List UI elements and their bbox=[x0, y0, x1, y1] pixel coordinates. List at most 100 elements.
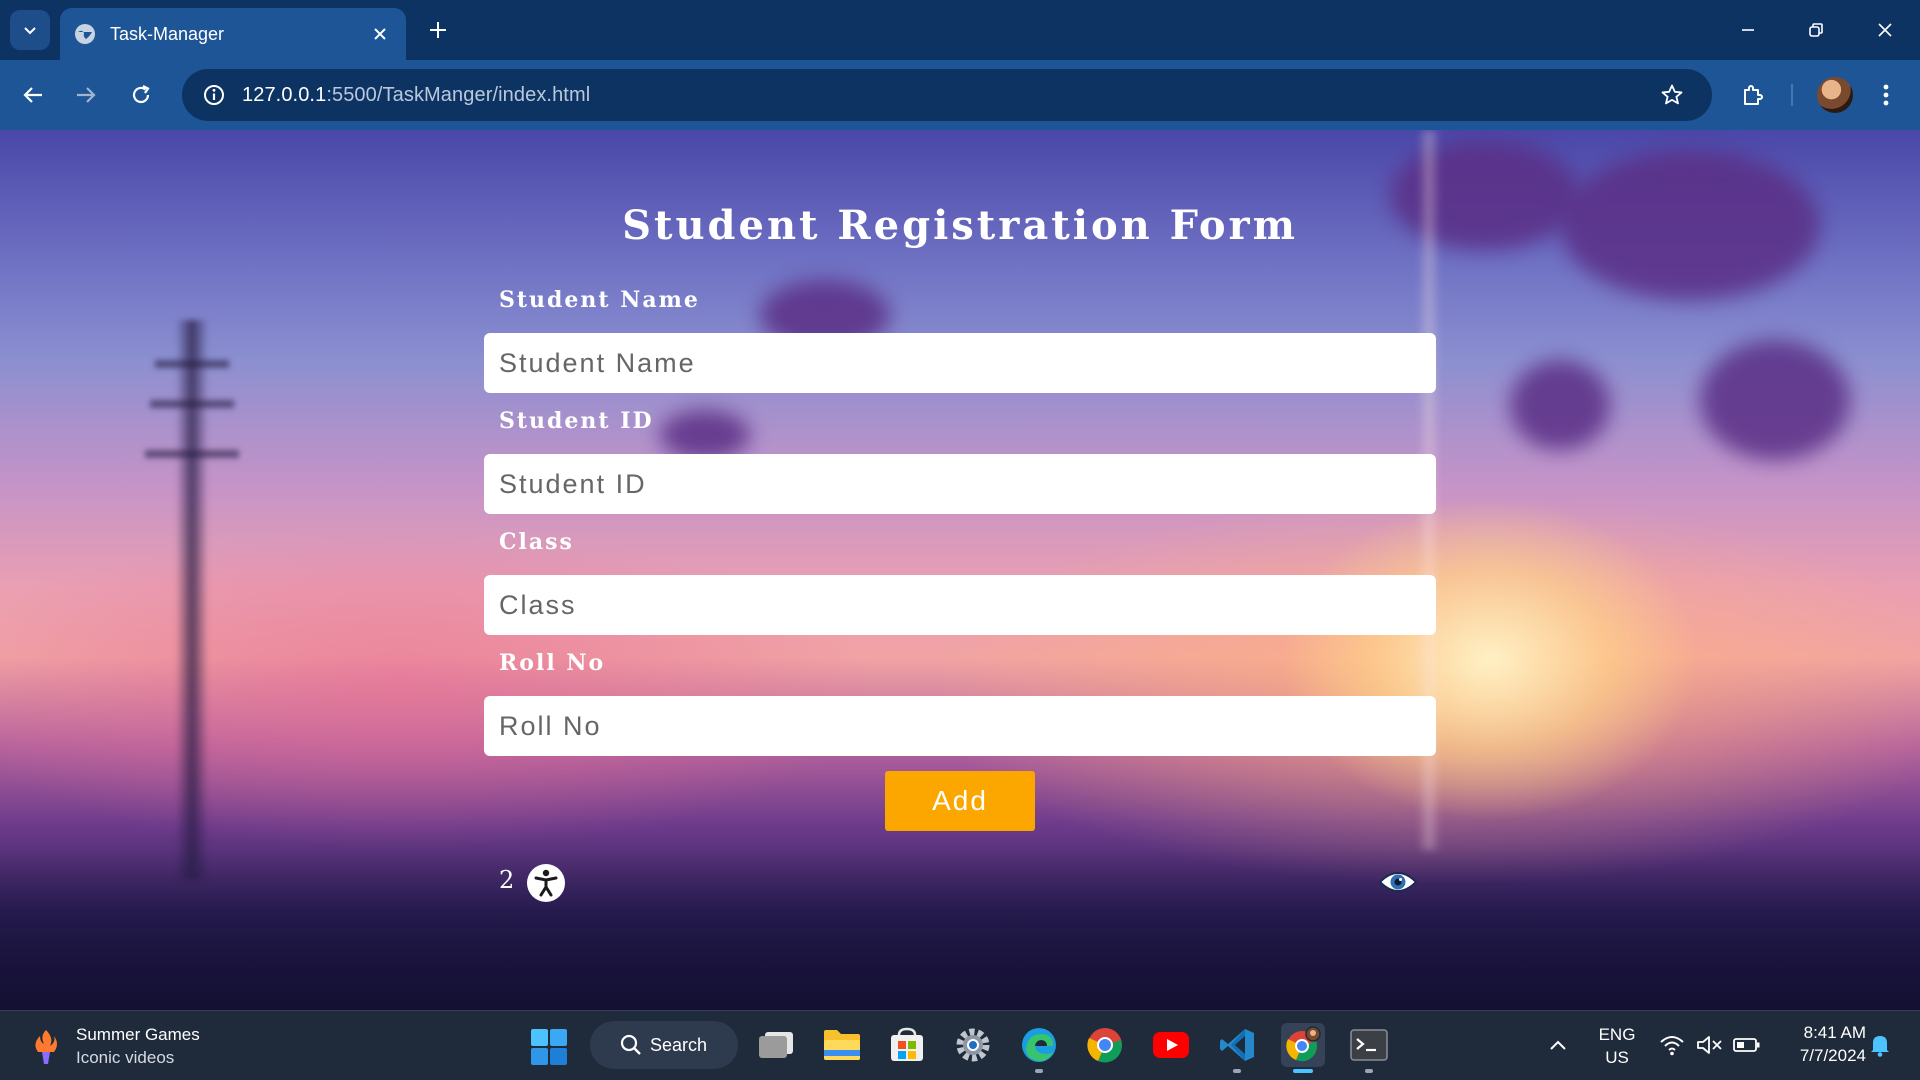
eye-icon[interactable] bbox=[1378, 867, 1418, 897]
running-indicator bbox=[1233, 1069, 1241, 1073]
roll-no-label: Roll No bbox=[499, 650, 606, 676]
reload-button[interactable] bbox=[121, 75, 161, 115]
active-indicator bbox=[1293, 1069, 1313, 1073]
minimize-button[interactable] bbox=[1728, 12, 1768, 48]
chrome-icon bbox=[1087, 1028, 1122, 1063]
student-name-input[interactable] bbox=[484, 333, 1436, 393]
minimize-icon bbox=[1742, 29, 1754, 31]
youtube-icon bbox=[1153, 1032, 1189, 1058]
back-button[interactable] bbox=[13, 75, 53, 115]
language-code: ENG bbox=[1598, 1025, 1636, 1044]
folder-icon bbox=[824, 1030, 860, 1060]
terminal-button[interactable] bbox=[1347, 1023, 1391, 1073]
puzzle-icon bbox=[1744, 85, 1763, 105]
vscode-icon bbox=[1220, 1029, 1254, 1061]
store-icon bbox=[891, 1027, 923, 1061]
browser-tabstrip: Task-Manager bbox=[0, 0, 1920, 60]
language-indicator[interactable]: ENG US bbox=[1592, 1023, 1642, 1069]
vscode-button[interactable] bbox=[1215, 1023, 1259, 1073]
gear-icon bbox=[956, 1028, 990, 1062]
forward-button[interactable] bbox=[66, 75, 106, 115]
background-cloud bbox=[1560, 150, 1820, 300]
restore-button[interactable] bbox=[1796, 12, 1836, 48]
background-tower-arm bbox=[150, 400, 234, 408]
info-icon bbox=[204, 85, 224, 105]
taskbar-search[interactable]: Search bbox=[590, 1021, 738, 1069]
settings-button[interactable] bbox=[951, 1023, 995, 1067]
tab-search-button[interactable] bbox=[10, 10, 50, 50]
page-viewport: Student Registration Form Student Name S… bbox=[0, 130, 1920, 1010]
class-label: Class bbox=[499, 529, 574, 555]
task-view-button[interactable] bbox=[754, 1023, 798, 1067]
task-view-icon bbox=[759, 1032, 793, 1058]
add-button[interactable]: Add bbox=[885, 771, 1035, 831]
close-icon bbox=[374, 28, 386, 40]
student-name-label: Student Name bbox=[499, 287, 700, 313]
search-icon bbox=[620, 1034, 641, 1055]
running-indicator bbox=[1365, 1069, 1373, 1073]
battery-icon bbox=[1733, 1038, 1760, 1052]
profile-avatar[interactable] bbox=[1817, 77, 1853, 113]
clock[interactable]: 8:41 AM 7/7/2024 bbox=[1776, 1021, 1866, 1067]
widget-subtitle: Iconic videos bbox=[76, 1048, 175, 1067]
edge-icon bbox=[1022, 1028, 1056, 1062]
student-id-input[interactable] bbox=[484, 454, 1436, 514]
tab-title: Task-Manager bbox=[110, 23, 225, 44]
background-tower-arm bbox=[155, 360, 229, 368]
accessibility-icon[interactable] bbox=[526, 863, 566, 903]
bell-icon bbox=[1871, 1036, 1889, 1057]
chrome-button[interactable] bbox=[1083, 1023, 1127, 1067]
background-tower-arm bbox=[145, 450, 239, 458]
bookmark-button[interactable] bbox=[1654, 77, 1690, 113]
roll-no-input[interactable] bbox=[484, 696, 1436, 756]
globe-icon bbox=[75, 24, 95, 44]
quick-settings-button[interactable] bbox=[1650, 1023, 1770, 1067]
url-host: 127.0.0.1 bbox=[242, 83, 327, 106]
taskbar: Summer Games Iconic videos Search ENG US… bbox=[0, 1010, 1920, 1080]
language-region: US bbox=[1605, 1048, 1629, 1067]
address-bar[interactable]: 127.0.0.1:5500/TaskManger/index.html bbox=[182, 69, 1712, 121]
notifications-button[interactable] bbox=[1858, 1023, 1902, 1067]
file-explorer-button[interactable] bbox=[820, 1023, 864, 1067]
chrome-profile-icon bbox=[1286, 1026, 1321, 1062]
background-ground bbox=[0, 850, 1920, 1010]
microsoft-store-button[interactable] bbox=[885, 1023, 929, 1067]
star-icon bbox=[1661, 84, 1683, 105]
reload-icon bbox=[132, 85, 150, 104]
chrome-profile-button[interactable] bbox=[1281, 1023, 1325, 1073]
browser-tab-active[interactable]: Task-Manager bbox=[60, 8, 406, 60]
url-text: 127.0.0.1:5500/TaskManger/index.html bbox=[242, 84, 590, 107]
form-title: Student Registration Form bbox=[622, 202, 1298, 249]
show-hidden-icons-button[interactable] bbox=[1536, 1023, 1580, 1067]
student-count: 2 bbox=[499, 866, 515, 894]
browser-menu-button[interactable] bbox=[1866, 75, 1906, 115]
background-cloud bbox=[1510, 360, 1610, 450]
terminal-icon bbox=[1350, 1029, 1388, 1061]
tab-close-button[interactable] bbox=[368, 22, 392, 46]
extensions-button[interactable] bbox=[1733, 75, 1773, 115]
browser-toolbar: 127.0.0.1:5500/TaskManger/index.html bbox=[0, 60, 1920, 130]
search-label: Search bbox=[650, 1034, 708, 1055]
close-window-button[interactable] bbox=[1865, 12, 1905, 48]
running-indicator bbox=[1035, 1069, 1043, 1073]
youtube-button[interactable] bbox=[1149, 1023, 1193, 1067]
arrow-right-icon bbox=[77, 87, 96, 103]
class-input[interactable] bbox=[484, 575, 1436, 635]
edge-button[interactable] bbox=[1017, 1023, 1061, 1073]
background-cloud bbox=[1700, 340, 1850, 460]
arrow-left-icon bbox=[23, 87, 42, 103]
more-vertical-icon bbox=[1883, 84, 1889, 106]
windows-start-icon[interactable] bbox=[530, 1028, 568, 1066]
widget-title: Summer Games bbox=[76, 1025, 200, 1044]
chevron-down-icon bbox=[24, 27, 36, 35]
restore-icon bbox=[1809, 23, 1823, 37]
background-cloud bbox=[660, 410, 750, 460]
new-tab-button[interactable] bbox=[422, 14, 454, 46]
plus-icon bbox=[430, 22, 446, 38]
clock-time: 8:41 AM bbox=[1803, 1023, 1866, 1042]
chevron-up-icon bbox=[1550, 1040, 1566, 1050]
widgets-button[interactable]: Summer Games Iconic videos bbox=[26, 1023, 200, 1069]
student-id-label: Student ID bbox=[499, 408, 654, 434]
site-info-button[interactable] bbox=[196, 77, 232, 113]
close-icon bbox=[1878, 23, 1892, 37]
